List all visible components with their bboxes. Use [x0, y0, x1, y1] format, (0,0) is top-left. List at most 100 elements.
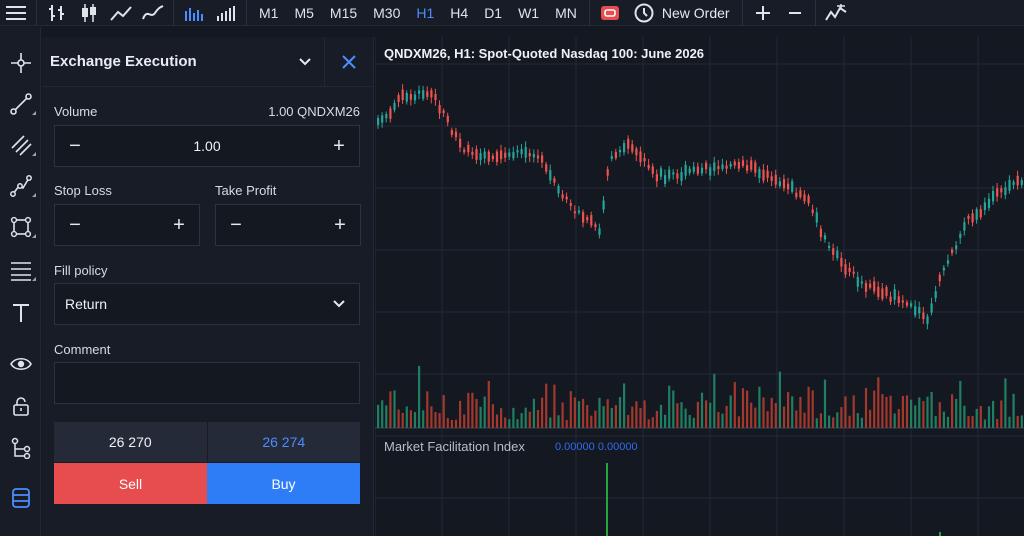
candle-body	[418, 90, 421, 94]
tree-icon[interactable]	[0, 431, 41, 465]
timeframe-m1[interactable]: M1	[251, 0, 286, 26]
take-profit-decrease-button[interactable]: −	[216, 205, 256, 245]
sell-button[interactable]: Sell	[54, 463, 207, 504]
one-click-trading-icon[interactable]	[594, 0, 626, 26]
channel-icon[interactable]	[0, 128, 41, 162]
candle-body	[500, 150, 503, 160]
candle-body	[791, 181, 794, 192]
timeframe-m15[interactable]: M15	[322, 0, 365, 26]
volume-bar	[713, 373, 716, 428]
candle-body	[475, 149, 478, 160]
volume-bar	[471, 392, 474, 428]
volume-bar	[397, 409, 400, 428]
stop-loss-decrease-button[interactable]: −	[55, 205, 95, 245]
stop-loss-increase-button[interactable]: +	[159, 205, 199, 245]
volume-bar	[860, 417, 863, 428]
fibonacci-icon[interactable]	[0, 169, 41, 203]
candle-body	[955, 245, 958, 250]
volume-bar	[987, 406, 991, 428]
trendline-icon[interactable]	[0, 87, 41, 121]
new-order-button[interactable]: New Order	[626, 0, 738, 26]
timeframe-mn[interactable]: MN	[547, 0, 585, 26]
candle-body	[799, 190, 802, 198]
volume-bar	[528, 411, 531, 428]
area-chart-icon[interactable]	[137, 0, 169, 26]
candle-body	[434, 93, 437, 101]
volume-bar	[643, 400, 646, 428]
volume-bar	[549, 417, 552, 428]
volume-bar	[787, 392, 790, 428]
volume-bar	[577, 401, 581, 428]
bar-chart-icon[interactable]	[41, 0, 73, 26]
volume-increase-button[interactable]: +	[319, 126, 359, 166]
shapes-icon[interactable]	[0, 210, 41, 244]
volume-bar	[877, 377, 880, 428]
candle-body	[725, 165, 728, 169]
volume-bar	[1012, 393, 1015, 428]
volume-label: Volume	[54, 104, 98, 119]
top-toolbar: M1 M5 M15 M30 H1 H4 D1 W1 MN New Order	[0, 0, 1024, 26]
text-icon[interactable]	[0, 296, 41, 330]
candle-body	[819, 228, 822, 238]
volume-bar	[832, 417, 835, 428]
line-chart-icon[interactable]	[105, 0, 137, 26]
comment-input[interactable]	[54, 362, 360, 404]
candle-body	[700, 167, 704, 174]
indicators-icon[interactable]	[820, 0, 852, 26]
volume-bar	[955, 398, 958, 428]
new-order-label: New Order	[661, 4, 730, 21]
candle-body	[483, 151, 486, 159]
fill-policy-select[interactable]: Return	[54, 283, 360, 325]
layers-icon[interactable]	[0, 481, 41, 515]
price-quotes: 26 270 26 274	[54, 422, 360, 462]
candle-body	[582, 212, 585, 223]
menu-icon[interactable]	[0, 0, 32, 26]
volume-bar	[401, 412, 404, 428]
timeframe-d1[interactable]: D1	[476, 0, 510, 26]
zoom-out-icon[interactable]	[779, 0, 811, 26]
volume-bar	[840, 407, 843, 428]
toolbar-divider	[741, 0, 743, 26]
levels-icon[interactable]	[0, 253, 41, 287]
candlestick-icon[interactable]	[73, 0, 105, 26]
close-panel-button[interactable]	[325, 37, 373, 87]
lock-icon[interactable]	[0, 389, 41, 423]
take-profit-increase-button[interactable]: +	[320, 205, 360, 245]
timeframe-m30[interactable]: M30	[365, 0, 408, 26]
candle-body	[840, 257, 843, 267]
volume-icon[interactable]	[178, 0, 210, 26]
crosshair-icon[interactable]	[0, 46, 41, 80]
candle-body	[893, 289, 896, 300]
price-chart[interactable]: QNDXM26, H1: Spot-Quoted Nasdaq 100: Jun…	[375, 37, 1024, 536]
candle-body	[864, 282, 868, 292]
candle-body	[692, 166, 695, 172]
take-profit-stepper[interactable]: − +	[215, 204, 361, 246]
volume-decrease-button[interactable]: −	[55, 126, 95, 166]
volume-input[interactable]: 1.00	[95, 138, 319, 154]
volume-bar	[434, 412, 437, 428]
timeframe-h4[interactable]: H4	[442, 0, 476, 26]
candle-body	[397, 95, 400, 103]
order-type-dropdown[interactable]	[285, 36, 325, 87]
candle-body	[746, 165, 749, 171]
volume-bar	[823, 379, 827, 428]
volume-bar	[385, 405, 388, 428]
candle-body	[536, 155, 540, 159]
timeframe-m5[interactable]: M5	[286, 0, 321, 26]
stop-loss-stepper[interactable]: − +	[54, 204, 200, 246]
volume-bar	[852, 395, 855, 428]
candle-body	[815, 212, 818, 223]
buy-button[interactable]: Buy	[207, 463, 360, 504]
candle-body	[627, 138, 630, 149]
timeframe-h1[interactable]: H1	[408, 0, 442, 26]
timeframe-w1[interactable]: W1	[510, 0, 547, 26]
candle-body	[668, 169, 671, 179]
candle-body	[614, 152, 617, 159]
volume-bar	[881, 394, 884, 428]
eye-icon[interactable]	[0, 347, 41, 381]
candle-body	[565, 196, 568, 200]
zoom-in-icon[interactable]	[747, 0, 779, 26]
candle-body	[1004, 187, 1007, 196]
volume-bar	[979, 405, 982, 428]
tick-volume-icon[interactable]	[210, 0, 242, 26]
